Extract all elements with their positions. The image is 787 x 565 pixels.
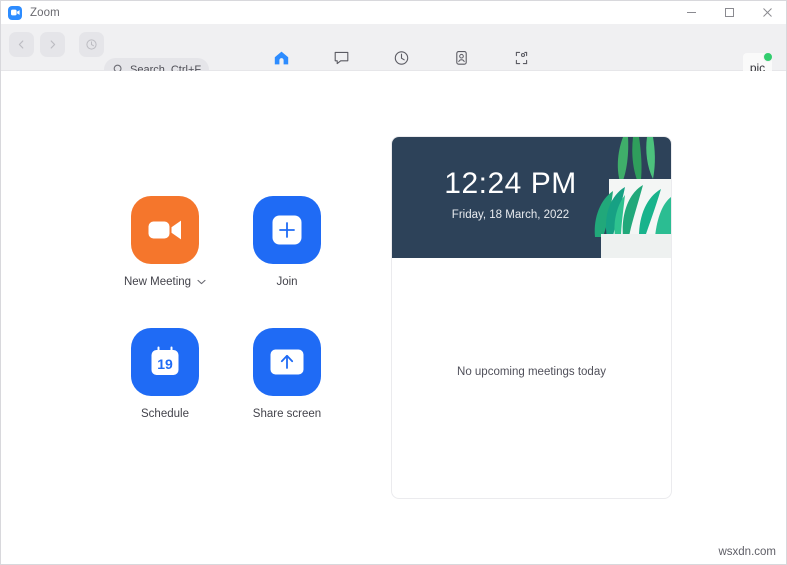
chat-bubble-icon (333, 48, 350, 67)
share-screen-label: Share screen (252, 408, 322, 420)
maximize-icon[interactable] (710, 1, 748, 24)
join-label-row: Join (276, 276, 297, 288)
video-camera-icon (148, 219, 182, 241)
home-icon (273, 48, 290, 67)
navigation-buttons (9, 32, 104, 57)
join-tile (253, 196, 321, 264)
window-title: Zoom (30, 6, 60, 19)
watermark: wsxdn.com (718, 546, 776, 558)
title-bar: Zoom (1, 1, 786, 24)
chevron-down-icon[interactable] (197, 279, 206, 285)
schedule-label: Schedule (141, 408, 189, 420)
calendar-day-number: 19 (157, 356, 173, 372)
schedule-button[interactable]: 19 Schedule (104, 328, 226, 460)
share-screen-tile (253, 328, 321, 396)
chevron-right-icon (47, 39, 58, 50)
close-icon[interactable] (748, 1, 786, 24)
new-meeting-label: New Meeting (123, 276, 192, 288)
upcoming-meetings-panel: 12:24 PM Friday, 18 March, 2022 No upcom… (391, 136, 672, 499)
clock-icon (393, 48, 410, 67)
new-meeting-tile (131, 196, 199, 264)
zoom-video-logo-icon (8, 5, 22, 20)
new-meeting-button[interactable]: New Meeting (104, 196, 226, 328)
history-clock-icon (85, 38, 98, 51)
potted-plant-illustration (583, 137, 671, 258)
join-label: Join (276, 276, 298, 288)
share-screen-label-row: Share screen (253, 408, 321, 420)
zoom-app-window: Zoom Search Ctrl+F pic New Meeting Join … (0, 0, 787, 565)
chevron-left-icon (16, 39, 27, 50)
no-meetings-message: No upcoming meetings today (457, 366, 606, 378)
window-controls (672, 1, 786, 24)
presence-indicator (763, 52, 773, 62)
history-button[interactable] (79, 32, 104, 57)
clock-card: 12:24 PM Friday, 18 March, 2022 (392, 137, 671, 258)
minimize-icon[interactable] (672, 1, 710, 24)
forward-button[interactable] (40, 32, 65, 57)
share-screen-button[interactable]: Share screen (226, 328, 348, 460)
share-screen-up-arrow-icon (270, 349, 304, 375)
schedule-label-row: Schedule (141, 408, 189, 420)
main-toolbar: Search Ctrl+F Home Chat (1, 24, 786, 83)
action-buttons-grid: New Meeting Join 19 Schedule Share scree… (104, 196, 348, 460)
apps-grid-icon (513, 48, 530, 67)
new-meeting-label-row: New Meeting (124, 276, 206, 288)
calendar-icon: 19 (149, 346, 181, 378)
contacts-person-icon (453, 48, 470, 67)
join-button[interactable]: Join (226, 196, 348, 328)
plus-icon (272, 215, 302, 245)
schedule-tile: 19 (131, 328, 199, 396)
main-content: New Meeting Join 19 Schedule Share scree… (1, 71, 786, 564)
back-button[interactable] (9, 32, 34, 57)
